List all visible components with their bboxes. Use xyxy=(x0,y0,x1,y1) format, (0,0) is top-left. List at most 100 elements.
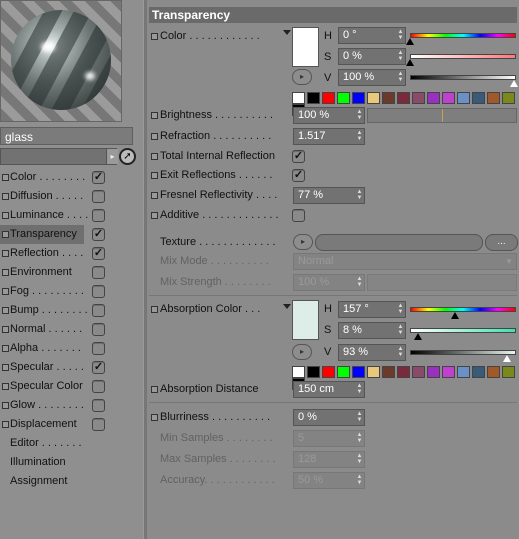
animate-bullet-icon[interactable] xyxy=(151,414,158,421)
saturation-field[interactable]: 0 % ▲ ▼ xyxy=(338,48,406,65)
saturation-slider[interactable] xyxy=(410,54,516,59)
refraction-field[interactable]: 1.517 ▲ ▼ xyxy=(293,128,365,145)
saturation-slider-handle[interactable] xyxy=(406,59,414,66)
channel-item[interactable]: Displacement xyxy=(0,415,143,434)
channel-checkbox[interactable]: ✓ xyxy=(92,171,105,184)
absorption-value-field[interactable]: 93 % ▲ ▼ xyxy=(338,344,406,361)
exit-reflections-checkbox[interactable]: ✓ xyxy=(292,169,305,182)
preset-swatch[interactable] xyxy=(322,366,335,378)
channel-item[interactable]: Specular . . . . . ✓ xyxy=(0,358,143,377)
min-samples-field[interactable]: 5 ▲ ▼ xyxy=(293,430,365,447)
texture-browse-button[interactable]: ... xyxy=(485,234,518,251)
channel-item[interactable]: Reflection . . . . ✓ xyxy=(0,244,143,263)
channel-checkbox[interactable] xyxy=(92,418,105,431)
channel-checkbox[interactable] xyxy=(92,399,105,412)
channel-checkbox[interactable] xyxy=(92,285,105,298)
absorption-expand-button[interactable]: ▸ xyxy=(292,344,312,360)
channel-item[interactable]: Bump . . . . . . . . xyxy=(0,301,143,320)
mix-strength-slider[interactable] xyxy=(367,274,517,291)
absorption-saturation-handle[interactable] xyxy=(414,333,423,340)
mix-strength-field[interactable]: 100 % ▲ ▼ xyxy=(293,274,365,291)
channel-checkbox[interactable] xyxy=(92,266,105,279)
preset-swatch[interactable] xyxy=(472,92,485,104)
color-expand-button[interactable]: ▸ xyxy=(292,69,312,85)
nav-arrow-button[interactable]: ▸ xyxy=(106,149,118,164)
absorption-swatch[interactable] xyxy=(292,300,319,340)
channel-item[interactable]: Luminance . . . . xyxy=(0,206,143,225)
preset-swatch[interactable] xyxy=(382,366,395,378)
preset-swatch[interactable] xyxy=(472,366,485,378)
absorption-saturation-slider[interactable] xyxy=(410,328,516,333)
preset-swatch[interactable] xyxy=(352,92,365,104)
channel-item[interactable]: Alpha . . . . . . . xyxy=(0,339,143,358)
animate-bullet-icon[interactable] xyxy=(151,33,158,40)
preset-swatch[interactable] xyxy=(337,92,350,104)
absorption-hue-field[interactable]: 157 ° ▲ ▼ xyxy=(338,301,406,318)
channel-checkbox[interactable] xyxy=(92,380,105,393)
absorption-dropdown-icon[interactable] xyxy=(283,304,291,309)
color-dropdown-icon[interactable] xyxy=(283,30,291,35)
material-name-field[interactable]: glass xyxy=(0,127,133,145)
preset-swatch[interactable] xyxy=(292,366,305,378)
max-samples-field[interactable]: 128 ▲ ▼ xyxy=(293,451,365,468)
total-internal-reflection-checkbox[interactable]: ✓ xyxy=(292,150,305,163)
channel-item[interactable]: Transparency ✓ xyxy=(0,225,105,244)
brightness-slider[interactable] xyxy=(367,108,517,123)
animate-bullet-icon[interactable] xyxy=(151,133,158,140)
channel-checkbox[interactable] xyxy=(92,304,105,317)
additive-checkbox[interactable] xyxy=(292,209,305,222)
preset-swatch[interactable] xyxy=(412,92,425,104)
accuracy-field[interactable]: 50 % ▲ ▼ xyxy=(293,472,365,489)
hue-slider[interactable] xyxy=(410,33,516,38)
preset-swatch[interactable] xyxy=(397,366,410,378)
preset-swatch[interactable] xyxy=(307,366,320,378)
animate-bullet-icon[interactable] xyxy=(151,172,158,179)
animate-bullet-icon[interactable] xyxy=(151,386,158,393)
animate-bullet-icon[interactable] xyxy=(151,112,158,119)
color-swatch[interactable] xyxy=(292,27,319,67)
preset-swatch[interactable] xyxy=(457,366,470,378)
channel-checkbox[interactable] xyxy=(92,190,105,203)
preset-swatch[interactable] xyxy=(487,92,500,104)
animate-bullet-icon[interactable] xyxy=(151,306,158,313)
preset-swatch[interactable] xyxy=(352,366,365,378)
channel-checkbox[interactable]: ✓ xyxy=(92,361,105,374)
absorption-value-handle[interactable] xyxy=(502,355,511,362)
texture-field[interactable] xyxy=(315,234,483,251)
channel-item[interactable]: Fog . . . . . . . . . xyxy=(0,282,143,301)
brightness-field[interactable]: 100 % ▲ ▼ xyxy=(293,107,365,124)
blurriness-field[interactable]: 0 % ▲ ▼ xyxy=(293,409,365,426)
value-slider[interactable] xyxy=(410,75,516,80)
fresnel-field[interactable]: 77 % ▲ ▼ xyxy=(293,187,365,204)
preset-swatch[interactable] xyxy=(487,366,500,378)
preset-swatch[interactable] xyxy=(322,92,335,104)
material-nav-bar[interactable] xyxy=(0,148,117,165)
channel-checkbox[interactable] xyxy=(92,323,105,336)
preset-swatch[interactable] xyxy=(442,366,455,378)
preset-swatch[interactable] xyxy=(502,366,515,378)
hue-field[interactable]: 0 ° ▲ ▼ xyxy=(338,27,406,44)
animate-bullet-icon[interactable] xyxy=(151,192,158,199)
channel-checkbox[interactable] xyxy=(92,342,105,355)
preset-swatch[interactable] xyxy=(307,92,320,104)
absorption-saturation-field[interactable]: 8 % ▲ ▼ xyxy=(338,322,406,339)
channel-item[interactable]: Glow . . . . . . . . xyxy=(0,396,143,415)
texture-menu-button[interactable]: ▸ xyxy=(293,234,313,250)
channel-checkbox[interactable]: ✓ xyxy=(92,247,105,260)
preset-swatch[interactable] xyxy=(427,92,440,104)
animate-bullet-icon[interactable] xyxy=(151,212,158,219)
preset-swatch[interactable] xyxy=(412,366,425,378)
preset-swatch[interactable] xyxy=(382,92,395,104)
value-slider-handle[interactable] xyxy=(510,80,518,87)
preset-swatch[interactable] xyxy=(457,92,470,104)
absorption-hue-handle[interactable] xyxy=(451,312,460,319)
color-presets[interactable] xyxy=(292,92,519,116)
absorption-presets[interactable] xyxy=(292,366,519,390)
absorption-distance-field[interactable]: 150 cm ▲ ▼ xyxy=(293,381,365,398)
preset-swatch[interactable] xyxy=(367,92,380,104)
channel-item[interactable]: Editor . . . . . . . xyxy=(0,434,143,453)
preset-swatch[interactable] xyxy=(502,92,515,104)
absorption-hue-slider[interactable] xyxy=(410,307,516,312)
preset-swatch[interactable] xyxy=(442,92,455,104)
animate-bullet-icon[interactable] xyxy=(151,153,158,160)
